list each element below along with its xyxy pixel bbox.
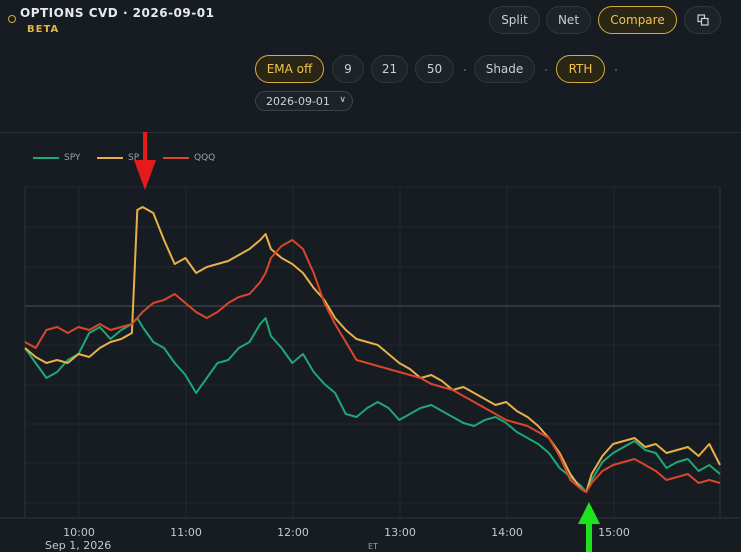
chevron-down-icon: ∨ [339, 95, 346, 105]
date-select[interactable]: 2026-09-01 ∨ [255, 91, 353, 111]
date-select-value: 2026-09-01 [266, 94, 330, 108]
cvd-chart[interactable] [0, 132, 741, 552]
page-title: OPTIONS CVD · 2026-09-01 [20, 6, 215, 20]
shade-button[interactable]: Shade [474, 55, 535, 83]
compare-button[interactable]: Compare [598, 6, 677, 34]
rth-button[interactable]: RTH [556, 55, 605, 83]
red-arrow-shaft [143, 132, 147, 162]
popout-icon [696, 14, 709, 26]
x-tick-label: 15:00 [598, 526, 630, 539]
separator-dot [545, 69, 547, 71]
red-arrow-down-icon [134, 160, 156, 190]
x-tick-label: 12:00 [277, 526, 309, 539]
beta-badge: BETA [27, 24, 60, 35]
green-arrow-shaft [586, 522, 592, 552]
series-line-qqq [24, 239, 721, 493]
x-date-label: Sep 1, 2026 [45, 539, 112, 552]
split-button[interactable]: Split [489, 6, 540, 34]
x-tick-label: 10:00 [63, 526, 95, 539]
ema-9-button[interactable]: 9 [332, 55, 364, 83]
popout-button[interactable] [684, 6, 721, 34]
net-button[interactable]: Net [546, 6, 591, 34]
x-tick-label: 14:00 [491, 526, 523, 539]
header: OPTIONS CVD · 2026-09-01 BETA Split Net … [0, 0, 741, 133]
ema-21-button[interactable]: 21 [371, 55, 408, 83]
series-line-sp [24, 206, 721, 493]
x-timezone-label: ET [368, 542, 378, 551]
separator-dot [615, 69, 617, 71]
x-tick-label: 11:00 [170, 526, 202, 539]
green-arrow-up-icon [578, 502, 600, 524]
status-dot-icon [8, 15, 16, 23]
separator-dot [464, 69, 466, 71]
ema-off-button[interactable]: EMA off [255, 55, 324, 83]
ema-50-button[interactable]: 50 [415, 55, 454, 83]
x-tick-label: 13:00 [384, 526, 416, 539]
